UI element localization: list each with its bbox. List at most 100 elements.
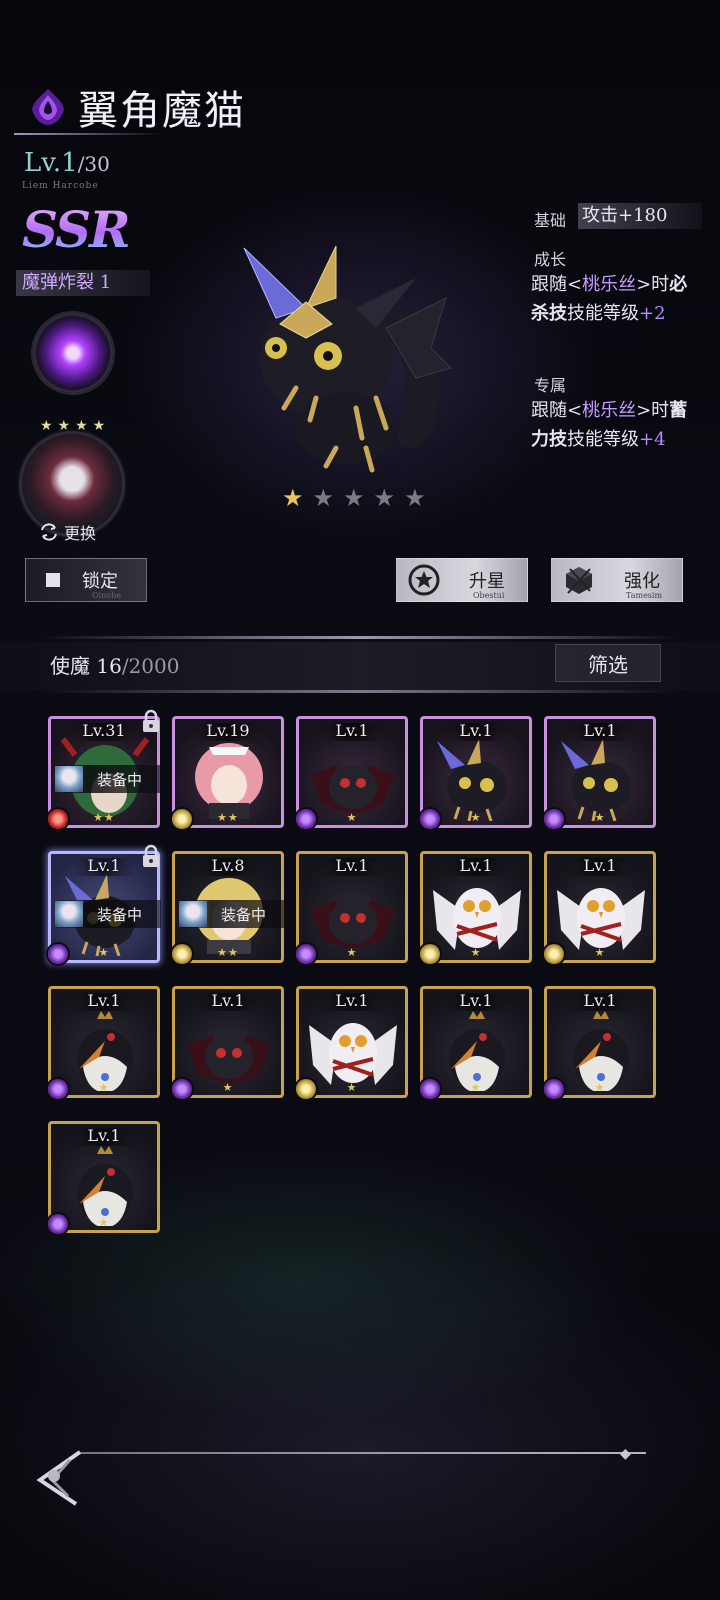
owner-avatar — [55, 766, 83, 792]
familiar-card[interactable]: Lv.1 ★ — [296, 716, 408, 829]
growth-post: 技能等级 — [567, 303, 639, 324]
dark-element-icon — [48, 1214, 68, 1234]
swap-icon — [41, 523, 57, 541]
skill-icon[interactable] — [33, 313, 113, 393]
star-upgrade-icon — [408, 564, 440, 596]
familiar-thumbnail — [195, 743, 263, 819]
growth-pre: 跟随< — [531, 274, 583, 295]
familiar-card[interactable]: Lv.1 装备中 ★ — [48, 844, 161, 964]
card-level: Lv.1 — [459, 991, 493, 1010]
excl-mid: >时 — [636, 400, 670, 421]
familiar-grid: Lv.31 装备中 ★★ Lv.19 ★★ Lv.1 ★ Lv.1 ★ Lv.1 ★ Lv.1 装备中 ★… — [48, 709, 668, 1234]
familiar-card[interactable]: Lv.1 ★ — [48, 1121, 160, 1234]
back-icon[interactable] — [30, 1446, 84, 1510]
familiar-thumbnail — [573, 1011, 629, 1091]
card-level: Lv.19 — [206, 721, 250, 740]
dark-element-icon — [296, 944, 316, 964]
growth-mid: >时 — [636, 274, 670, 295]
dark-element-icon — [48, 944, 68, 964]
familiar-card[interactable]: Lv.19 ★★ — [172, 716, 284, 829]
subname: Liem Harcobe — [22, 181, 99, 191]
familiar-thumbnail — [311, 759, 395, 815]
skill-name: 魔弹炸裂 1 — [16, 270, 150, 296]
familiar-thumbnail — [77, 1011, 133, 1091]
level-display: Lv.1/30 — [24, 148, 110, 178]
familiar-card[interactable]: Lv.1 ★ — [420, 986, 532, 1099]
lock-label: 锁定 — [82, 571, 118, 592]
growth-skill-b: 杀技 — [531, 303, 567, 324]
equipped-tag: 装备中 — [55, 765, 161, 793]
exclusive-description: 跟随<桃乐丝>时蓄 力技技能等级+4 — [531, 396, 711, 454]
star-empty-icon: ★ — [343, 484, 365, 512]
light-element-icon — [296, 1079, 316, 1099]
excl-pre: 跟随< — [531, 400, 583, 421]
dark-element-icon — [420, 1079, 440, 1099]
growth-character-name: 桃乐丝 — [582, 274, 637, 295]
growth-bonus: +2 — [639, 303, 666, 324]
enhance-cube-icon — [566, 567, 592, 594]
equipped-tag: 装备中 — [179, 900, 285, 928]
list-max: /2000 — [121, 654, 180, 678]
dark-element-icon — [544, 809, 564, 829]
lock-button[interactable]: 锁定 Oinobe — [25, 558, 147, 602]
familiar-card[interactable]: Lv.1 ★ — [544, 986, 656, 1099]
level-max: /30 — [77, 152, 110, 176]
owner-portrait[interactable] — [22, 434, 122, 534]
growth-description: 跟随<桃乐丝>时必 杀技技能等级+2 — [531, 270, 711, 328]
familiar-portrait — [243, 245, 452, 473]
familiar-thumbnail — [449, 1011, 505, 1091]
divider — [40, 690, 680, 693]
lock-checkbox[interactable] — [46, 573, 60, 587]
star-empty-icon: ★ — [404, 484, 426, 512]
dark-element-icon — [48, 1079, 68, 1099]
familiar-count: 使魔 16/2000 — [50, 650, 179, 679]
growth-label: 成长 — [534, 250, 567, 269]
equipped-tag: 装备中 — [55, 900, 161, 928]
equipped-label: 装备中 — [97, 770, 143, 789]
enhance-button[interactable]: 强化 Tamesim — [551, 558, 683, 602]
familiar-card[interactable]: Lv.1 ★ — [48, 986, 160, 1099]
page-title: 翼角魔猫 — [78, 88, 246, 134]
card-level: Lv.1 — [583, 856, 617, 875]
familiar-thumbnail — [561, 739, 631, 821]
card-level: Lv.1 — [459, 856, 493, 875]
upgrade-star-label: 升星 — [469, 571, 505, 592]
rarity-badge: SSR — [22, 200, 131, 259]
lock-icon — [143, 844, 159, 867]
familiar-card[interactable]: Lv.1 ★ — [420, 716, 532, 829]
change-label: 更换 — [64, 524, 97, 543]
familiar-thumbnail — [77, 1146, 133, 1226]
arrow-right-icon: ◆ — [620, 1446, 631, 1462]
excl-character-name: 桃乐丝 — [582, 400, 637, 421]
dark-element-icon — [172, 1079, 192, 1099]
card-level: Lv.1 — [459, 721, 493, 740]
excl-skill-b: 力技 — [531, 429, 567, 450]
familiar-thumbnail — [309, 1023, 397, 1085]
familiar-card[interactable]: Lv.8 装备中 ★★ — [172, 851, 285, 964]
familiar-card[interactable]: Lv.1 ★ — [296, 986, 408, 1099]
card-level: Lv.8 — [211, 856, 245, 875]
card-level: Lv.1 — [335, 991, 369, 1010]
upgrade-star-button[interactable]: 升星 Obestui — [396, 558, 528, 602]
change-button[interactable]: 更换 — [38, 520, 96, 544]
familiar-card[interactable]: Lv.1 ★ — [296, 851, 408, 964]
title-row: 翼角魔猫 — [26, 82, 246, 134]
card-level: Lv.1 — [211, 991, 245, 1010]
star-empty-icon: ★ — [373, 484, 396, 512]
lock-sub-label: Oinobe — [92, 591, 121, 600]
upgrade-sub-label: Obestui — [473, 591, 505, 600]
familiar-thumbnail — [433, 888, 521, 950]
list-title-label: 使魔 — [50, 654, 90, 678]
familiar-card[interactable]: Lv.1 ★ — [544, 716, 656, 829]
excl-post: 技能等级 — [567, 429, 639, 450]
demon-emblem-icon — [32, 89, 64, 125]
base-stat-value: 攻击+180 — [578, 203, 702, 229]
filter-button[interactable]: 筛选 — [555, 644, 661, 682]
familiar-card[interactable]: Lv.31 装备中 ★★ — [48, 709, 161, 829]
familiar-card[interactable]: Lv.1 ★ — [172, 986, 284, 1099]
familiar-star-rating: ★ ★ ★ ★ ★ — [282, 484, 426, 512]
dark-element-icon — [296, 809, 316, 829]
card-level: Lv.1 — [335, 721, 369, 740]
familiar-card[interactable]: Lv.1 ★ — [420, 851, 532, 964]
familiar-card[interactable]: Lv.1 ★ — [544, 851, 656, 964]
